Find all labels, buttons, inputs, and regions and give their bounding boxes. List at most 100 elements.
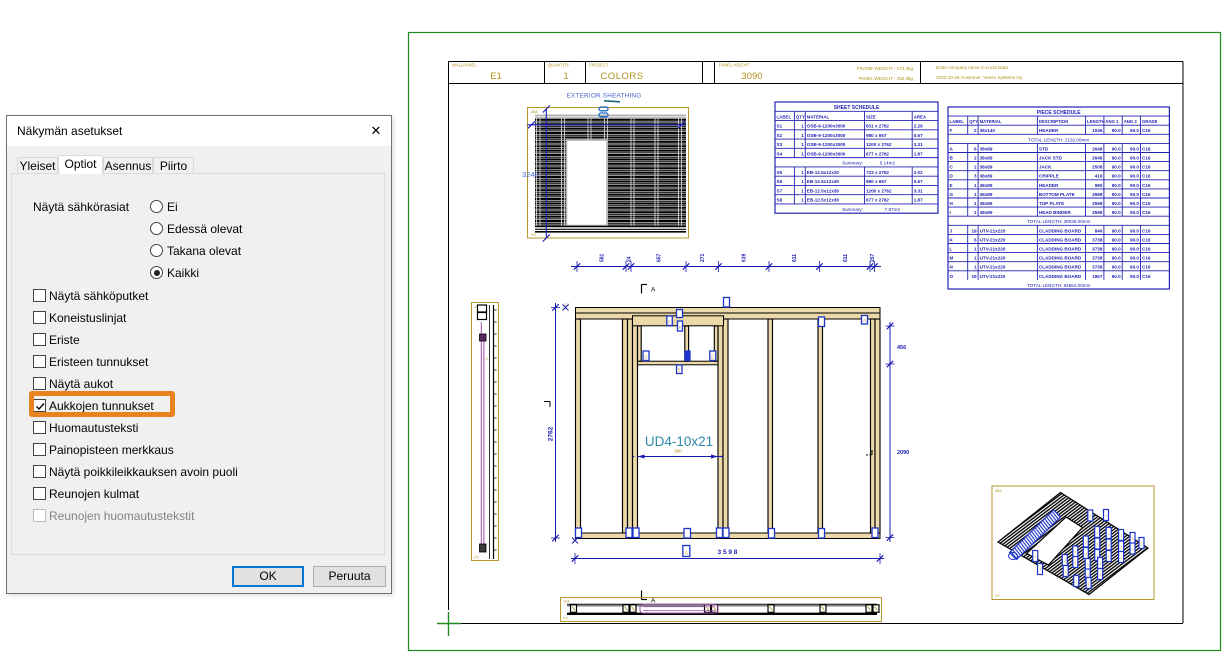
svg-text:HEAD BINDER: HEAD BINDER (1039, 210, 1072, 215)
svg-text:HEADER: HEADER (1039, 128, 1059, 133)
svg-text:J: J (1132, 548, 1134, 552)
svg-text:UTV-21x220: UTV-21x220 (980, 256, 1006, 261)
svg-text:A: A (651, 598, 656, 605)
svg-text:2762: 2762 (548, 426, 555, 441)
svg-text:90.0: 90.0 (1112, 174, 1121, 179)
svg-text:CLADDING BOARD: CLADDING BOARD (1039, 247, 1082, 252)
svg-text:38x89: 38x89 (980, 156, 993, 161)
svg-text:2023-10-26 Customer: Vertex: 2023-10-26 Customer: Vertex Systems Oy (936, 75, 1023, 80)
svg-text:S8: S8 (777, 198, 783, 203)
svg-text:4B4: 4B4 (995, 489, 1002, 493)
svg-text:WALLPANEL: WALLPANEL (452, 63, 477, 68)
svg-text:OSB-9-1200x3000: OSB-9-1200x3000 (807, 124, 846, 129)
svg-text:LABEL: LABEL (950, 119, 965, 124)
svg-text:J: J (1074, 551, 1076, 555)
svg-text:J: J (1132, 537, 1134, 541)
svg-text:38x89: 38x89 (980, 146, 993, 151)
svg-text:677 x 2762: 677 x 2762 (866, 151, 889, 156)
svg-text:19: 19 (971, 274, 977, 279)
svg-text:90.0: 90.0 (1130, 128, 1139, 133)
svg-text:90.0: 90.0 (1130, 256, 1139, 261)
svg-text:G: G (950, 192, 954, 197)
svg-text:J: J (1089, 515, 1091, 519)
svg-text:S7: S7 (777, 188, 783, 193)
svg-text:MATERIAL: MATERIAL (807, 114, 830, 119)
svg-text:F: F (679, 325, 682, 330)
svg-text:6: 6 (974, 146, 977, 151)
svg-text:90.0: 90.0 (1112, 228, 1121, 233)
svg-text:1: 1 (974, 247, 977, 252)
svg-text:90.0: 90.0 (1130, 174, 1139, 179)
svg-text:C16: C16 (1142, 201, 1151, 206)
svg-text:J: J (1120, 556, 1122, 560)
svg-text:C16: C16 (1142, 146, 1151, 151)
svg-text:1200 x 2762: 1200 x 2762 (866, 142, 892, 147)
svg-text:90.0: 90.0 (1130, 247, 1139, 252)
svg-text:TOTAL LENGTH: 2132.00mm: TOTAL LENGTH: 2132.00mm (1028, 137, 1089, 142)
svg-text:1: 1 (974, 265, 977, 270)
svg-text:UTV-21x220: UTV-21x220 (980, 228, 1006, 233)
svg-text:J: J (1039, 568, 1041, 572)
svg-text:1.87: 1.87 (914, 151, 923, 156)
svg-text:FRAME WEIGHT - 172.4kg: FRAME WEIGHT - 172.4kg (857, 66, 914, 71)
svg-text:HEADER: HEADER (1039, 183, 1059, 188)
svg-text:1: 1 (974, 210, 977, 215)
svg-text:PIECE SCHEDULE: PIECE SCHEDULE (1037, 110, 1082, 116)
svg-text:3598: 3598 (1092, 192, 1103, 197)
svg-text:C16: C16 (1142, 265, 1151, 270)
svg-text:1857: 1857 (1092, 274, 1103, 279)
svg-text:3598: 3598 (1092, 201, 1103, 206)
svg-text:990: 990 (674, 449, 682, 454)
svg-text:1: 1 (563, 71, 568, 82)
svg-text:LABEL: LABEL (777, 114, 792, 119)
svg-text:90.0: 90.0 (1130, 210, 1139, 215)
svg-text:J: J (1108, 544, 1110, 548)
svg-text:J: J (1099, 562, 1101, 566)
svg-text:581: 581 (600, 253, 606, 262)
svg-text:J: J (1074, 561, 1076, 565)
svg-text:3: 3 (974, 174, 977, 179)
svg-text:J: J (1087, 563, 1089, 567)
svg-text:38x89: 38x89 (980, 192, 993, 197)
svg-text:1: 1 (974, 256, 977, 261)
svg-text:90.0: 90.0 (1130, 228, 1139, 233)
svg-text:1: 1 (801, 198, 804, 203)
svg-text:C: C (644, 354, 647, 359)
svg-text:OSB-9-1200x3000: OSB-9-1200x3000 (807, 151, 846, 156)
svg-text:90.0: 90.0 (1112, 201, 1121, 206)
svg-text:1: 1 (801, 124, 804, 129)
svg-text:19: 19 (971, 228, 977, 233)
svg-text:657: 657 (657, 253, 663, 262)
svg-text:A: A (863, 318, 866, 323)
svg-text:6: 6 (974, 237, 977, 242)
svg-text:CRIPPLE: CRIPPLE (1039, 174, 1059, 179)
svg-text:CLADDING BOARD: CLADDING BOARD (1039, 228, 1082, 233)
svg-text:XY: XY (474, 556, 480, 560)
svg-text:3.31: 3.31 (914, 142, 923, 147)
svg-text:QTY: QTY (969, 119, 978, 124)
svg-text:980: 980 (1095, 183, 1103, 188)
svg-text:90.0: 90.0 (1130, 156, 1139, 161)
svg-text:J: J (1099, 573, 1101, 577)
svg-text:S2: S2 (777, 133, 783, 138)
svg-text:QUANTITY: QUANTITY (548, 63, 569, 68)
svg-text:90.0: 90.0 (1112, 210, 1121, 215)
svg-text:611: 611 (843, 254, 849, 262)
svg-text:90.0: 90.0 (1130, 183, 1139, 188)
svg-text:J: J (1120, 534, 1122, 538)
svg-text:J: J (1096, 543, 1098, 547)
svg-text:90.0: 90.0 (1130, 192, 1139, 197)
svg-text:O: O (950, 274, 954, 279)
svg-text:MATERIAL: MATERIAL (980, 119, 1002, 124)
svg-text:C16: C16 (1142, 247, 1151, 252)
svg-text:JACK STD: JACK STD (1039, 156, 1063, 161)
svg-text:90.0: 90.0 (1112, 274, 1121, 279)
svg-text:CLADDING BOARD: CLADDING BOARD (1039, 237, 1082, 242)
svg-text:SHEET SCHEDULE: SHEET SCHEDULE (834, 105, 880, 111)
svg-text:611: 611 (792, 254, 798, 262)
svg-text:Enter company name in Local Da: Enter company name in Local Data (936, 65, 1008, 70)
svg-text:UD4-10x21: UD4-10x21 (645, 434, 713, 449)
svg-text:J: J (1141, 542, 1143, 546)
svg-text:90.0: 90.0 (1130, 274, 1139, 279)
svg-text:M: M (950, 256, 954, 261)
